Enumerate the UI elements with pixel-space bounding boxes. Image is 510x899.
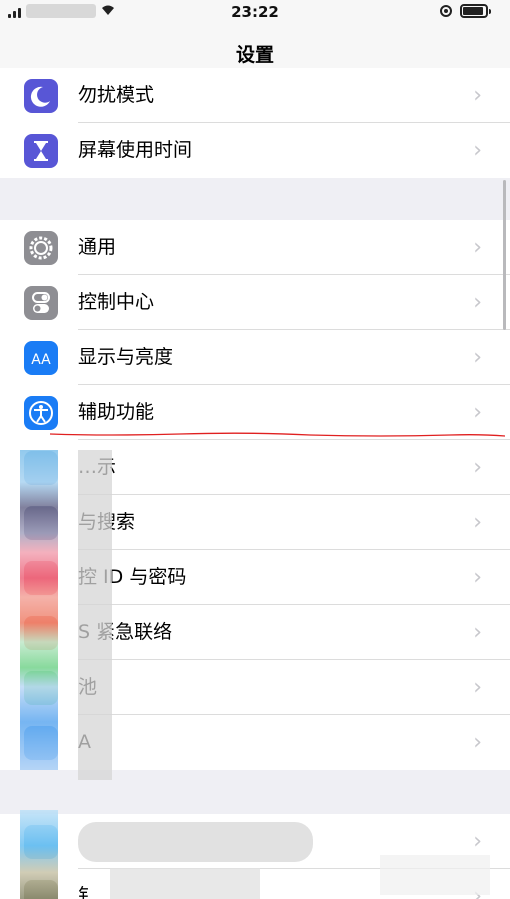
scrollbar[interactable] bbox=[503, 180, 506, 330]
status-time: 23:22 bbox=[231, 3, 279, 21]
orientation-lock-icon bbox=[440, 5, 452, 17]
chevron-right-icon: › bbox=[473, 345, 482, 370]
chevron-right-icon: › bbox=[473, 83, 482, 108]
settings-row-label: 钅 bbox=[78, 885, 98, 899]
settings-row-label: 控制中心 bbox=[78, 291, 155, 313]
chevron-right-icon: › bbox=[473, 138, 482, 163]
toggles-icon bbox=[24, 286, 58, 320]
aa-icon: AA bbox=[24, 341, 58, 375]
chevron-right-icon: › bbox=[473, 510, 482, 535]
redaction-overlay bbox=[20, 450, 58, 770]
svg-text:AA: AA bbox=[31, 352, 51, 368]
settings-row-search[interactable]: 与搜索 › bbox=[0, 495, 510, 550]
settings-row-emergency-sos[interactable]: S 紧急联络 › bbox=[0, 605, 510, 660]
settings-row-do-not-disturb[interactable]: 勿扰模式 › bbox=[0, 68, 510, 123]
status-bar: 23:22 bbox=[0, 0, 510, 26]
gear-icon bbox=[24, 231, 58, 265]
redaction-overlay bbox=[380, 855, 490, 895]
redaction-overlay bbox=[20, 810, 58, 899]
battery-icon bbox=[460, 4, 491, 18]
chevron-right-icon: › bbox=[473, 620, 482, 645]
settings-row-display-brightness[interactable]: AA 显示与亮度 › bbox=[0, 330, 510, 385]
settings-group-2: 通用 › 控制中心 › AA 显示与亮度 › 辅助功能 › › › 控 ID 与… bbox=[0, 220, 510, 770]
settings-row-label: 通用 bbox=[78, 236, 117, 258]
hourglass-icon bbox=[24, 134, 58, 168]
redaction-overlay bbox=[78, 450, 112, 780]
settings-row-general[interactable]: 通用 › bbox=[0, 220, 510, 275]
chevron-right-icon: › bbox=[473, 290, 482, 315]
settings-row-control-center[interactable]: 控制中心 › bbox=[0, 275, 510, 330]
redaction-overlay bbox=[78, 822, 313, 862]
settings-row-label: 显示与亮度 bbox=[78, 346, 174, 368]
settings-row-blurred[interactable]: …示 › bbox=[0, 440, 510, 495]
chevron-right-icon: › bbox=[473, 565, 482, 590]
settings-row-label: 勿扰模式 bbox=[78, 84, 155, 106]
accessibility-icon bbox=[24, 396, 58, 430]
chevron-right-icon: › bbox=[473, 235, 482, 260]
settings-row-blurred-a[interactable]: A › bbox=[0, 715, 510, 770]
settings-row-face-id-passcode[interactable]: 控 ID 与密码 › bbox=[0, 550, 510, 605]
chevron-right-icon: › bbox=[473, 730, 482, 755]
annotation-underline bbox=[50, 432, 505, 437]
settings-group-1: 勿扰模式 › 屏幕使用时间 › bbox=[0, 68, 510, 178]
moon-icon bbox=[24, 79, 58, 113]
chevron-right-icon: › bbox=[473, 455, 482, 480]
settings-row-battery[interactable]: 池 › bbox=[0, 660, 510, 715]
page-title: 设置 bbox=[235, 44, 274, 66]
chevron-right-icon: › bbox=[473, 675, 482, 700]
settings-row-screen-time[interactable]: 屏幕使用时间 › bbox=[0, 123, 510, 178]
settings-row-label: 屏幕使用时间 bbox=[78, 139, 193, 161]
redaction-overlay bbox=[110, 868, 260, 899]
